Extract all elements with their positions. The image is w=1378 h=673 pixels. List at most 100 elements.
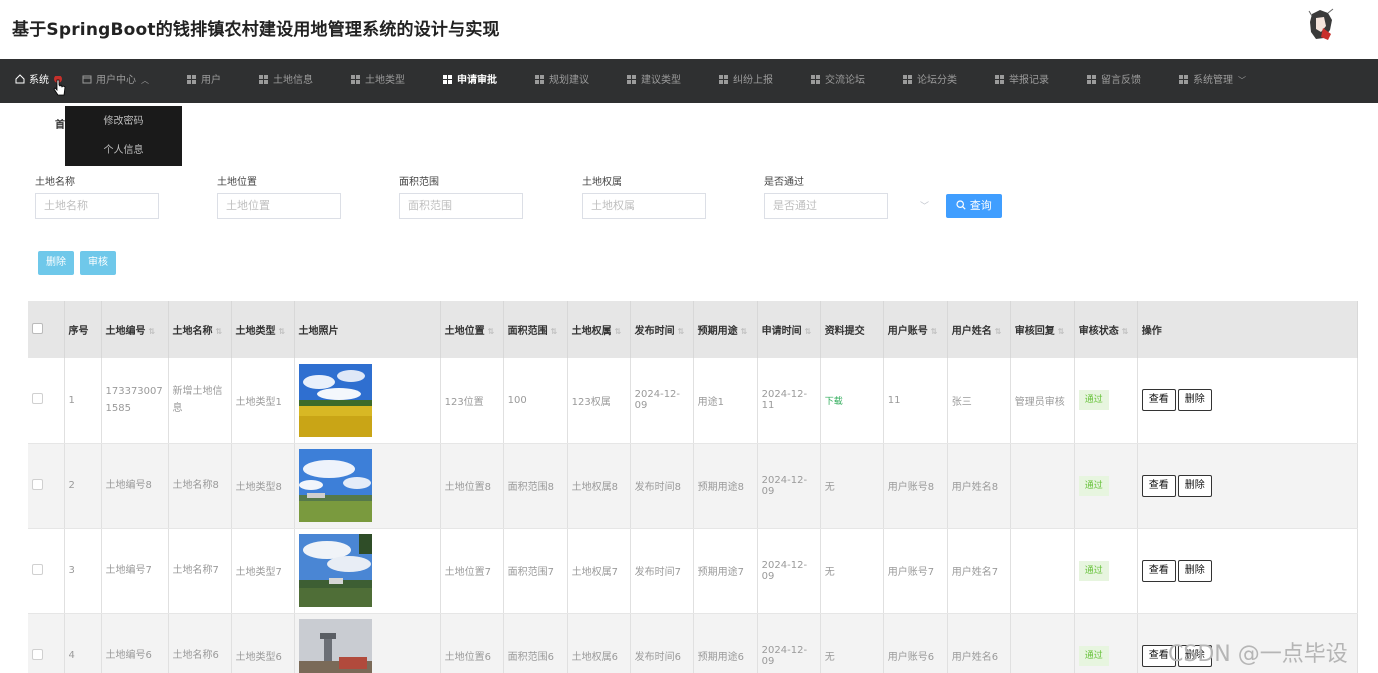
delete-button[interactable]: 删除 (1177, 474, 1212, 497)
table-row: 4 土地编号6 土地名称6 土地类型6 土地位置6 面积范围6 土地权属6 发布时间6 预期用途… (28, 613, 1358, 673)
table-row: 1 1733730071585 新增土地信息 土地类型1 123位置 100 123权属 20… (28, 358, 1358, 444)
status-badge: 通过 (1078, 560, 1109, 581)
sort-icon: ⇅ (930, 327, 938, 336)
area-range-input[interactable]: 面积范围 (399, 193, 523, 219)
nav-item-forum-category[interactable]: 论坛分类 (903, 59, 957, 103)
cell-account: 用户账号7 (883, 528, 948, 614)
user-avatar[interactable] (1306, 8, 1336, 42)
watermark: CSDN @一点毕设 (1168, 642, 1348, 667)
nav-label: 交流论坛 (825, 75, 865, 86)
column-header[interactable]: 用户账号 ⇅ (883, 301, 948, 358)
delete-button[interactable]: 删除 (1177, 559, 1212, 582)
clipboard-icon (903, 75, 912, 84)
sort-icon: ⇅ (550, 327, 558, 336)
grid-icon (351, 75, 360, 84)
select-all-checkbox[interactable] (28, 301, 65, 358)
nav-label: 留言反馈 (1101, 75, 1141, 86)
cell-username: 张三 (947, 358, 1011, 444)
land-ownership-input[interactable]: 土地权属 (582, 193, 706, 219)
view-button[interactable]: 查看 (1141, 474, 1176, 497)
nav-label: 系统管理 (1193, 75, 1233, 86)
cell-no: 1 (64, 358, 102, 444)
cell-land-photo[interactable] (294, 358, 441, 444)
nav-label: 论坛分类 (917, 75, 957, 86)
approved-select[interactable]: 是否通过 (764, 193, 888, 219)
column-header[interactable]: 土地名称 ⇅ (168, 301, 232, 358)
nav-item-land-type[interactable]: 土地类型 (351, 59, 405, 103)
nav-item-feedback[interactable]: 留言反馈 (1087, 59, 1141, 103)
breadcrumb[interactable]: 首 (55, 116, 65, 131)
grid-icon (1179, 75, 1188, 84)
column-header[interactable]: 土地位置 ⇅ (440, 301, 504, 358)
cell-land-photo[interactable] (294, 528, 441, 614)
nav-item-suggestion-type[interactable]: 建议类型 (627, 59, 681, 103)
column-header: 土地照片 (294, 301, 441, 358)
nav-item-dispute-report[interactable]: 纠纷上报 (719, 59, 773, 103)
delete-button[interactable]: 删除 (1177, 389, 1212, 412)
chevron-down-icon: ﹀ (920, 202, 930, 212)
dropdown-item-change-password[interactable]: 修改密码 (65, 109, 182, 135)
land-location-input[interactable]: 土地位置 (217, 193, 341, 219)
row-checkbox[interactable] (28, 443, 65, 529)
application-table: 序号 土地编号 ⇅ 土地名称 ⇅ 土地类型 ⇅ 土地照片 土地位置 ⇅ 面积范围 ⇅ 土地… (28, 301, 1358, 673)
nav-item-forum[interactable]: 交流论坛 (811, 59, 865, 103)
chat-icon (535, 75, 544, 84)
sort-icon: ⇅ (1057, 327, 1065, 336)
column-header[interactable]: 申请时间 ⇅ (757, 301, 821, 358)
cell-location: 土地位置6 (440, 613, 504, 673)
column-header[interactable]: 审核回复 ⇅ (1010, 301, 1075, 358)
download-link[interactable]: 下载 (825, 397, 843, 407)
material-value: 无 (824, 652, 835, 663)
cell-apply-time: 2024-12-09 (757, 528, 821, 614)
filter-label-land-name: 土地名称 (35, 177, 75, 188)
cell-status: 通过 (1074, 528, 1138, 614)
search-button[interactable]: 查询 (946, 194, 1002, 218)
nav-item-system[interactable]: 系统 (15, 59, 49, 103)
row-checkbox[interactable] (28, 358, 65, 444)
land-photo[interactable] (298, 449, 440, 522)
column-header: 资料提交 (820, 301, 884, 358)
column-header[interactable]: 土地编号 ⇅ (101, 301, 169, 358)
column-header[interactable]: 土地权属 ⇅ (567, 301, 631, 358)
user-center-dropdown: 修改密码 个人信息 (65, 106, 182, 166)
nav-item-planning-suggestion[interactable]: 规划建议 (535, 59, 589, 103)
column-header[interactable]: 用户姓名 ⇅ (947, 301, 1011, 358)
nav-item-user-center[interactable]: 用户中心 ︿ (82, 59, 149, 103)
cell-land-type: 土地类型7 (231, 528, 295, 614)
cell-land-code: 土地编号8 (101, 443, 169, 529)
sort-icon: ⇅ (215, 327, 223, 336)
batch-review-button[interactable]: 审核 (80, 251, 116, 275)
top-nav-bar: 系统 用户中心 ︿ 用户 土地信息 土地类型 申请审批 规划建议 建议类型 纠纷上… (0, 59, 1378, 103)
nav-item-system-management[interactable]: 系统管理 ﹀ (1179, 59, 1246, 103)
cell-account: 用户账号8 (883, 443, 948, 529)
cell-land-photo[interactable] (294, 613, 441, 673)
land-photo[interactable] (298, 619, 440, 673)
grid-icon (995, 75, 1004, 84)
nav-item-report-record[interactable]: 举报记录 (995, 59, 1049, 103)
column-header[interactable]: 发布时间 ⇅ (630, 301, 694, 358)
column-header[interactable]: 审核状态 ⇅ (1074, 301, 1138, 358)
view-button[interactable]: 查看 (1141, 559, 1176, 582)
column-header[interactable]: 土地类型 ⇅ (231, 301, 295, 358)
nav-item-land-info[interactable]: 土地信息 (259, 59, 313, 103)
row-checkbox[interactable] (28, 528, 65, 614)
land-name-input[interactable]: 土地名称 (35, 193, 159, 219)
dropdown-item-personal-info[interactable]: 个人信息 (65, 138, 182, 164)
filter-label-land-location: 土地位置 (217, 177, 257, 188)
batch-delete-button[interactable]: 删除 (38, 251, 74, 275)
filter-label-approved: 是否通过 (764, 177, 804, 188)
cell-area: 面积范围8 (503, 443, 568, 529)
nav-item-application-approval[interactable]: 申请审批 (443, 59, 497, 103)
grid-icon (1087, 75, 1096, 84)
view-button[interactable]: 查看 (1141, 389, 1176, 412)
nav-item-user[interactable]: 用户 (187, 59, 221, 103)
row-checkbox[interactable] (28, 613, 65, 673)
column-header[interactable]: 预期用途 ⇅ (693, 301, 758, 358)
cell-land-photo[interactable] (294, 443, 441, 529)
cell-actions: 查看 删除 (1137, 443, 1358, 529)
clipboard-icon (259, 75, 268, 84)
cell-apply-time: 2024-12-09 (757, 443, 821, 529)
land-photo[interactable] (298, 363, 440, 437)
column-header[interactable]: 面积范围 ⇅ (503, 301, 568, 358)
land-photo[interactable] (298, 534, 440, 607)
